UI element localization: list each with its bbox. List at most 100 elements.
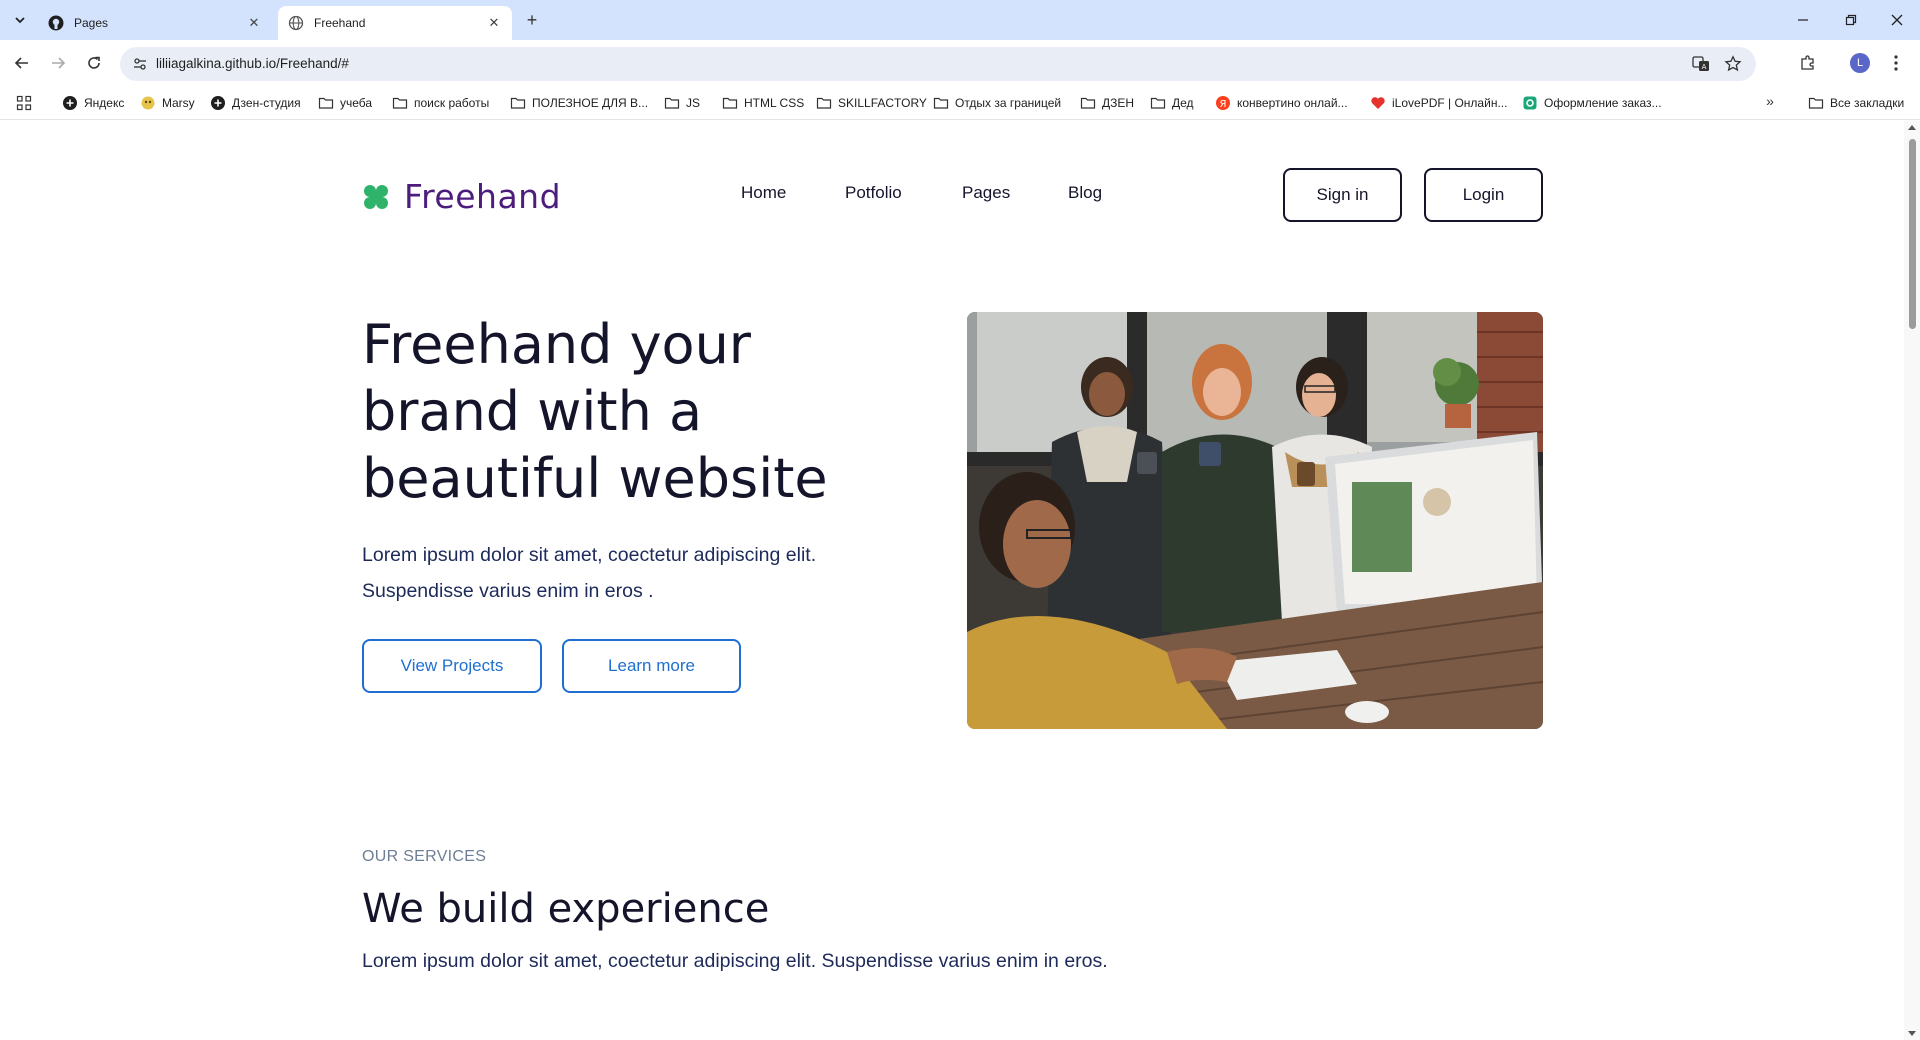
tab-freehand[interactable]: Freehand ✕ xyxy=(278,6,512,40)
green-square-icon xyxy=(1522,95,1538,111)
reload-button[interactable] xyxy=(82,51,106,75)
bookmark-label: Оформление заказ... xyxy=(1544,96,1662,110)
bookmark-star-icon[interactable] xyxy=(1724,55,1742,73)
address-bar[interactable]: liliiagalkina.github.io/Freehand/# A xyxy=(120,47,1756,81)
folder-icon xyxy=(722,95,738,111)
bookmark-item[interactable]: ПОЛЕЗНОЕ ДЛЯ В... xyxy=(510,93,648,113)
bookmark-item[interactable]: Отдых за границей xyxy=(933,93,1061,113)
nav-pages[interactable]: Pages xyxy=(962,183,1010,203)
learn-more-button[interactable]: Learn more xyxy=(562,639,741,693)
bookmark-item[interactable]: ДЗЕН xyxy=(1080,93,1134,113)
tab-strip: Pages ✕ Freehand ✕ + xyxy=(0,0,1920,40)
close-tab-icon[interactable]: ✕ xyxy=(486,15,502,31)
tab-search-button[interactable] xyxy=(8,8,32,32)
bookmark-label: Яндекс xyxy=(84,96,125,110)
bookmark-label: SKILLFACTORY xyxy=(838,96,927,110)
extensions-button[interactable] xyxy=(1796,51,1820,75)
bookmark-item[interactable]: Дзен-студия xyxy=(210,93,301,113)
url-text[interactable]: liliiagalkina.github.io/Freehand/# xyxy=(156,56,349,71)
bookmarks-bar: Яндекс Marsy Дзен-студия учеба поиск работы П… xyxy=(0,86,1920,120)
globe-icon xyxy=(288,15,304,31)
forward-button[interactable] xyxy=(46,51,70,75)
nav-home[interactable]: Home xyxy=(741,183,786,203)
bookmark-item[interactable]: Оформление заказ... xyxy=(1522,93,1662,113)
tab-title: Pages xyxy=(74,16,109,30)
tab-pages[interactable]: Pages ✕ xyxy=(38,6,272,40)
minimize-button[interactable] xyxy=(1780,0,1826,40)
view-projects-button[interactable]: View Projects xyxy=(362,639,542,693)
bookmark-label: HTML CSS xyxy=(744,96,805,110)
back-button[interactable] xyxy=(10,51,34,75)
puzzle-icon xyxy=(1801,55,1814,70)
nav-blog[interactable]: Blog xyxy=(1068,183,1102,203)
services-title: We build experience xyxy=(362,886,770,932)
bookmark-item[interactable]: HTML CSS xyxy=(722,93,804,113)
page-scrollbar[interactable] xyxy=(1904,121,1920,1040)
bookmark-label: учеба xyxy=(340,96,373,110)
minimize-icon xyxy=(1798,19,1808,21)
scroll-down-icon[interactable] xyxy=(1908,1031,1916,1036)
close-tab-icon[interactable]: ✕ xyxy=(246,15,262,31)
profile-button[interactable]: L xyxy=(1848,51,1872,75)
brand-name: Freehand xyxy=(404,177,562,216)
apps-grid-icon xyxy=(16,95,32,111)
bookmark-label: ПОЛЕЗНОЕ ДЛЯ В... xyxy=(532,96,649,110)
restore-button[interactable] xyxy=(1828,0,1874,40)
bookmark-label: поиск работы xyxy=(414,96,490,110)
bookmark-label: iLovePDF | Онлайн... xyxy=(1392,96,1508,110)
hero-photo xyxy=(967,312,1543,729)
browser-menu-button[interactable] xyxy=(1884,51,1908,75)
bookmark-label: Отдых за границей xyxy=(955,96,1062,110)
bookmark-item[interactable]: Яндекс xyxy=(62,93,124,113)
site-logo[interactable]: Freehand xyxy=(362,177,561,216)
sign-in-button[interactable]: Sign in xyxy=(1283,168,1402,222)
folder-icon xyxy=(933,95,949,111)
page-viewport: Freehand Home Potfolio Pages Blog Sign i… xyxy=(0,121,1904,1040)
bookmark-item[interactable]: iLovePDF | Онлайн... xyxy=(1370,93,1507,113)
bookmark-label: Marsy xyxy=(162,96,195,110)
folder-icon xyxy=(1808,97,1824,109)
yandex-icon: Я xyxy=(1215,95,1231,111)
svg-text:A: A xyxy=(1702,63,1707,71)
site-info-icon[interactable] xyxy=(132,56,148,72)
bookmark-item[interactable]: Marsy xyxy=(140,93,195,113)
bookmark-label: JS xyxy=(686,96,701,110)
translate-icon[interactable]: A xyxy=(1692,55,1710,73)
github-icon xyxy=(48,15,64,31)
folder-icon xyxy=(1150,95,1166,111)
bookmark-item[interactable]: SKILLFACTORY xyxy=(816,93,927,113)
more-bookmarks-button[interactable]: » xyxy=(1760,93,1780,109)
bookmark-item[interactable]: JS xyxy=(664,93,700,113)
all-bookmarks-button[interactable]: Все закладки xyxy=(1808,93,1904,113)
folder-icon xyxy=(664,95,680,111)
restore-icon xyxy=(1845,14,1857,26)
folder-icon xyxy=(816,95,832,111)
close-icon xyxy=(1891,14,1903,26)
bookmark-item[interactable]: поиск работы xyxy=(392,93,489,113)
reload-icon xyxy=(88,56,100,69)
folder-icon xyxy=(392,95,408,111)
bookmark-item[interactable]: Яконвертино онлай... xyxy=(1215,93,1348,113)
plus-circle-icon xyxy=(210,95,226,111)
browser-toolbar: liliiagalkina.github.io/Freehand/# A L xyxy=(0,40,1920,86)
bookmark-label: ДЗЕН xyxy=(1102,96,1135,110)
folder-icon xyxy=(510,95,526,111)
hero-description: Lorem ipsum dolor sit amet, coectetur ad… xyxy=(362,544,817,602)
services-eyebrow: OUR SERVICES xyxy=(362,848,487,865)
scroll-up-icon[interactable] xyxy=(1908,125,1916,130)
office-team-photo xyxy=(967,312,1543,729)
scrollbar-thumb[interactable] xyxy=(1909,139,1916,329)
kebab-menu-icon xyxy=(1894,55,1898,71)
new-tab-button[interactable]: + xyxy=(520,8,544,32)
apps-button[interactable] xyxy=(16,93,32,113)
login-button[interactable]: Login xyxy=(1424,168,1543,222)
heart-icon xyxy=(1370,95,1386,111)
bookmark-item[interactable]: учеба xyxy=(318,93,372,113)
bookmark-label: Дзен-студия xyxy=(232,96,301,110)
nav-portfolio[interactable]: Potfolio xyxy=(845,183,902,203)
close-window-button[interactable] xyxy=(1874,0,1920,40)
avatar: L xyxy=(1850,53,1870,73)
arrow-right-icon xyxy=(52,57,66,69)
bookmark-item[interactable]: Дед xyxy=(1150,93,1194,113)
folder-icon xyxy=(318,95,334,111)
